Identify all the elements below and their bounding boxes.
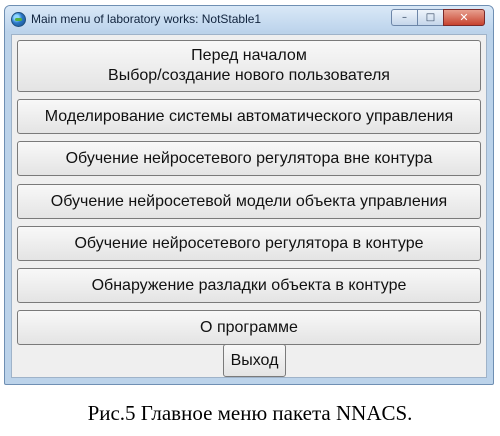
menu-panel: Перед началом Выбор/создание нового поль… (11, 34, 487, 378)
app-globe-icon (11, 12, 26, 27)
window-title: Main menu of laboratory works: NotStable… (31, 12, 262, 26)
plant-fault-detection-button[interactable]: Обнаружение разладки объекта в контуре (17, 268, 481, 303)
close-button[interactable]: ✕ (443, 9, 485, 26)
online-controller-training-button[interactable]: Обучение нейросетевого регулятора в конт… (17, 226, 481, 261)
window-controls: – □ ✕ (391, 9, 485, 27)
title-bar[interactable]: Main menu of laboratory works: NotStable… (5, 6, 493, 31)
acs-modeling-button[interactable]: Моделирование системы автоматического уп… (17, 99, 481, 134)
offline-controller-training-button[interactable]: Обучение нейросетевого регулятора вне ко… (17, 141, 481, 176)
about-button[interactable]: О программе (17, 310, 481, 345)
before-start-button[interactable]: Перед началом Выбор/создание нового поль… (17, 40, 481, 92)
before-start-line2: Выбор/создание нового пользователя (108, 67, 390, 84)
maximize-button[interactable]: □ (417, 9, 443, 26)
before-start-line1: Перед началом (191, 47, 307, 64)
main-menu-window: Main menu of laboratory works: NotStable… (4, 5, 494, 385)
exit-button[interactable]: Выход (223, 344, 286, 377)
plant-model-training-button[interactable]: Обучение нейросетевой модели объекта упр… (17, 184, 481, 219)
minimize-button[interactable]: – (391, 9, 417, 26)
figure-caption: Рис.5 Главное меню пакета NNACS. (87, 401, 413, 425)
